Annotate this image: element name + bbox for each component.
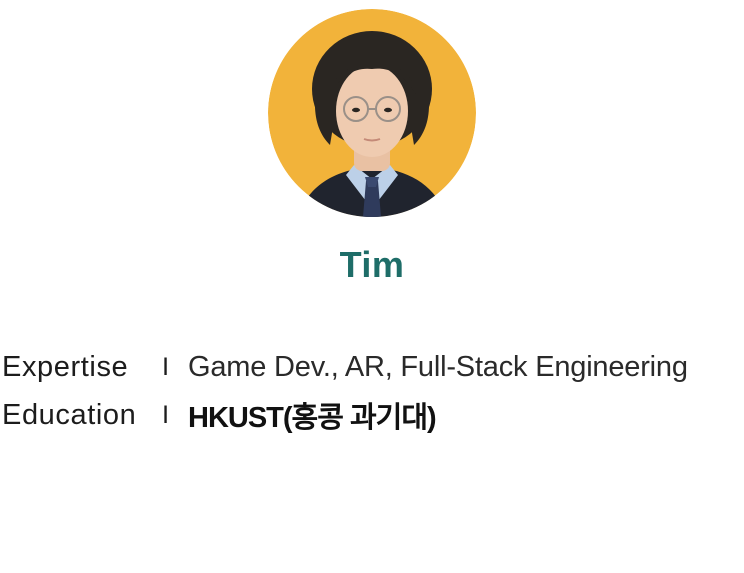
expertise-value: Game Dev., AR, Full-Stack Engineering [188,350,688,383]
expertise-row: Expertise I Game Dev., AR, Full-Stack En… [2,349,688,385]
education-separator: I [162,401,170,429]
expertise-separator: I [162,353,170,381]
profile-name: Tim [339,244,405,285]
education-row: Education I HKUST(홍콩 과기대) [2,397,437,435]
expertise-label: Expertise [2,350,129,383]
profile-avatar [268,9,476,217]
education-value: HKUST(홍콩 과기대) [188,402,437,434]
education-label: Education [2,398,137,431]
profile-card: Tim Expertise I Game Dev., AR, Full-Stac… [0,0,744,573]
profile-photo-icon [268,9,476,217]
